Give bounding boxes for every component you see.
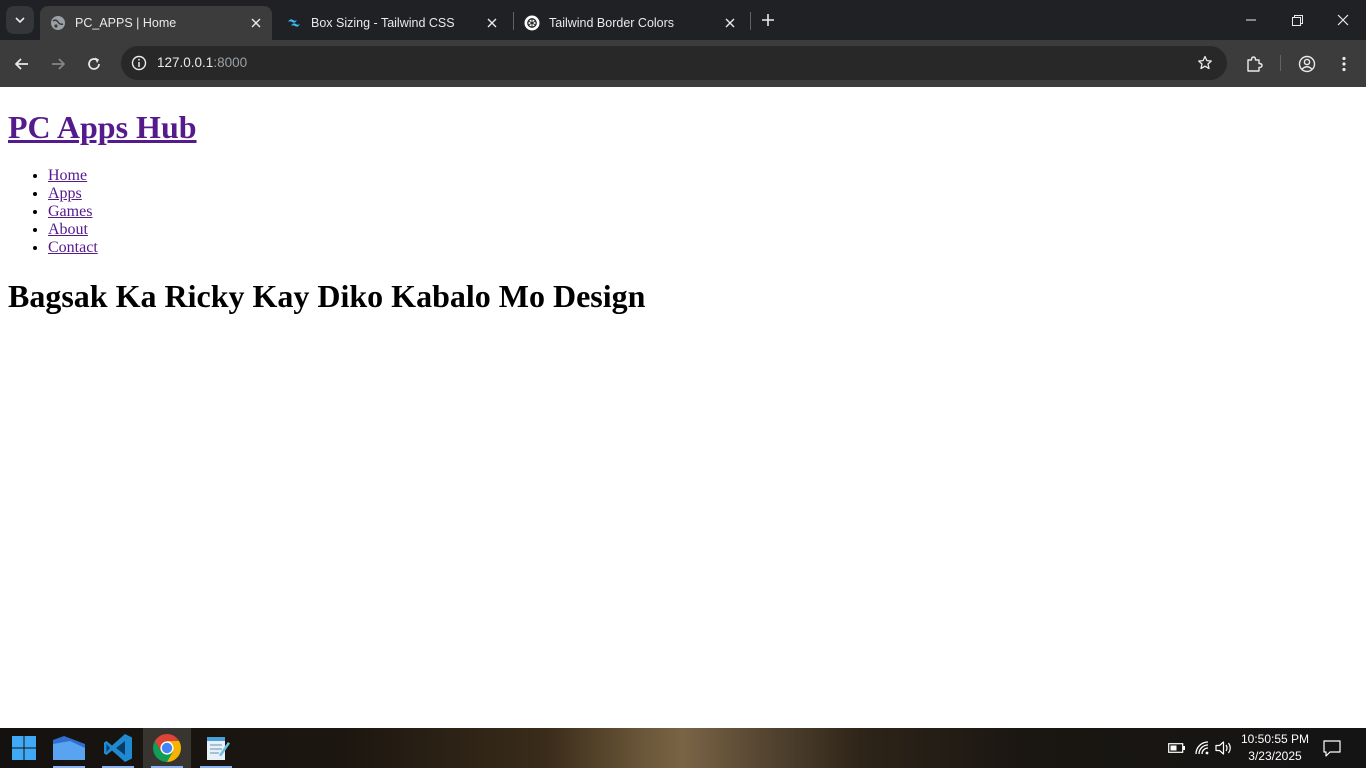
info-icon [131, 55, 147, 71]
tab-pc-apps-home[interactable]: PC_APPS | Home [40, 6, 272, 40]
taskbar-app-notepad[interactable] [192, 728, 240, 768]
tailwind-icon [286, 15, 302, 31]
close-icon [1337, 14, 1349, 26]
plus-icon [762, 14, 774, 26]
forward-button[interactable] [44, 50, 72, 78]
toolbar-divider [1280, 55, 1281, 71]
page-heading: Bagsak Ka Ricky Kay Diko Kabalo Mo Desig… [8, 278, 646, 314]
url-port: :8000 [213, 55, 248, 70]
close-icon [487, 18, 497, 28]
tab-tailwind-border-colors[interactable]: Tailwind Border Colors [514, 6, 746, 40]
minimize-button[interactable] [1228, 0, 1274, 40]
start-button[interactable] [0, 728, 48, 768]
back-button[interactable] [8, 50, 36, 78]
nav-link-about[interactable]: About [48, 221, 88, 238]
extensions-button[interactable] [1240, 50, 1268, 78]
globe-icon [50, 15, 66, 31]
taskbar: 10:50:55 PM 3/23/2025 [0, 728, 1366, 768]
tab-box-sizing[interactable]: Box Sizing - Tailwind CSS [276, 6, 508, 40]
url-text[interactable]: 127.0.0.1:8000 [157, 55, 247, 70]
notepad-icon [207, 737, 230, 760]
nav-item: About [48, 221, 98, 239]
nav-link-home[interactable]: Home [48, 167, 87, 184]
arrow-left-icon [14, 58, 28, 70]
system-clock[interactable]: 10:50:55 PM 3/23/2025 [1236, 731, 1314, 765]
close-tab-button[interactable] [718, 11, 742, 35]
nav-item: Contact [48, 239, 98, 257]
new-tab-button[interactable] [756, 8, 780, 32]
puzzle-icon [1247, 56, 1263, 72]
tab-strip: PC_APPS | Home Box Sizing - Tailwind CSS… [0, 0, 1366, 40]
reload-icon [88, 57, 100, 70]
battery-icon[interactable] [1168, 739, 1186, 757]
chevron-down-icon [15, 17, 25, 24]
tab-title: Box Sizing - Tailwind CSS [311, 16, 455, 30]
minimize-icon [1246, 19, 1256, 21]
nav-item: Games [48, 203, 98, 221]
close-icon [725, 18, 735, 28]
web-page: PC Apps Hub Home Apps Games About Contac… [0, 87, 1366, 728]
url-host: 127.0.0.1 [157, 55, 214, 70]
notification-icon [1323, 739, 1341, 757]
main-nav: Home Apps Games About Contact [0, 167, 98, 257]
nav-link-contact[interactable]: Contact [48, 239, 98, 256]
clock-time: 10:50:55 PM [1240, 732, 1310, 746]
files-icon [53, 736, 85, 760]
site-title: PC Apps Hub [8, 108, 197, 146]
site-info-button[interactable] [127, 51, 151, 75]
nav-link-apps[interactable]: Apps [48, 185, 82, 202]
restore-button[interactable] [1274, 0, 1320, 40]
tab-search-button[interactable] [6, 6, 34, 34]
taskbar-app-vscode[interactable] [94, 728, 142, 768]
close-window-button[interactable] [1320, 0, 1366, 40]
arrow-right-icon [52, 58, 66, 70]
taskbar-app-chrome[interactable] [143, 728, 191, 768]
menu-button[interactable] [1330, 50, 1358, 78]
tab-title: PC_APPS | Home [75, 16, 177, 30]
nav-item: Apps [48, 185, 98, 203]
address-bar[interactable]: 127.0.0.1:8000 [121, 46, 1227, 80]
notification-center-button[interactable] [1318, 736, 1346, 760]
openai-icon [524, 15, 540, 31]
tab-title: Tailwind Border Colors [549, 16, 675, 30]
reload-button[interactable] [80, 50, 108, 78]
chrome-icon [153, 734, 181, 762]
vscode-icon [104, 734, 132, 762]
close-tab-button[interactable] [480, 11, 504, 35]
profile-button[interactable] [1293, 50, 1321, 78]
taskbar-app-files[interactable] [45, 728, 93, 768]
bookmark-button[interactable] [1193, 51, 1217, 75]
tab-separator [750, 12, 751, 30]
restore-icon [1291, 14, 1303, 26]
nav-link-games[interactable]: Games [48, 203, 92, 220]
profile-icon [1298, 55, 1316, 73]
clock-date: 3/23/2025 [1248, 749, 1302, 763]
close-tab-button[interactable] [244, 11, 268, 35]
network-icon[interactable] [1193, 739, 1211, 757]
close-icon [251, 18, 261, 28]
volume-icon[interactable] [1215, 739, 1233, 757]
nav-item: Home [48, 167, 98, 185]
browser-toolbar: 127.0.0.1:8000 [0, 40, 1366, 87]
star-icon [1198, 55, 1212, 70]
kebab-menu-icon [1342, 56, 1346, 72]
site-title-link[interactable]: PC Apps Hub [8, 109, 197, 145]
start-icon [12, 736, 36, 760]
